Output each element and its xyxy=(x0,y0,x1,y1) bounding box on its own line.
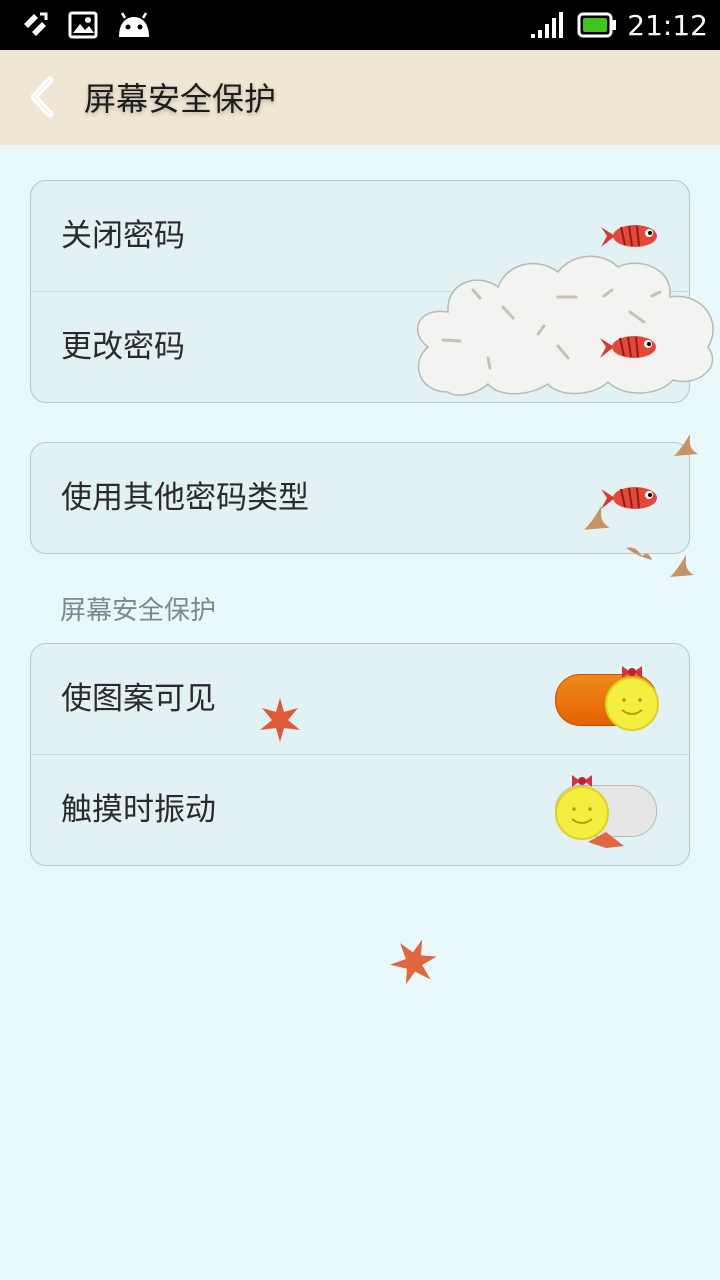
close-password-label: 关闭密码 xyxy=(61,218,185,254)
bird-decoration xyxy=(674,434,698,456)
bird-decoration xyxy=(584,506,610,530)
status-bar-left-icons xyxy=(20,8,152,42)
status-bar-right: 21:12 xyxy=(531,0,708,50)
section-header: 屏幕安全保护 xyxy=(60,596,217,626)
maple-leaf-decoration xyxy=(588,832,624,848)
pattern-visible-toggle[interactable] xyxy=(555,666,659,731)
vibrate-on-touch-label: 触摸时振动 xyxy=(61,792,216,828)
other-password-type-label: 使用其他密码类型 xyxy=(61,480,309,516)
fish-arrow-icon xyxy=(601,225,657,247)
usb-debug-icon xyxy=(24,12,48,36)
bird-decoration xyxy=(626,547,652,560)
bird-decoration xyxy=(670,555,694,577)
fish-arrow-icon xyxy=(600,336,656,358)
maple-leaf-decoration xyxy=(260,698,300,742)
status-bar: 21:12 xyxy=(0,0,720,50)
cloud-decoration xyxy=(417,255,714,396)
change-password-label: 更改密码 xyxy=(61,329,185,365)
smiley-knob-icon xyxy=(605,666,659,731)
android-icon xyxy=(119,12,149,37)
pattern-visible-item[interactable]: 使图案可见 xyxy=(31,644,689,755)
password-type-card: 使用其他密码类型 xyxy=(30,442,690,554)
page-title: 屏幕安全保护 xyxy=(84,80,277,118)
pattern-visible-label: 使图案可见 xyxy=(61,681,216,717)
chevron-left-icon xyxy=(30,76,54,118)
status-time: 21:12 xyxy=(627,8,708,42)
battery-icon xyxy=(577,12,617,38)
maple-leaf-decoration xyxy=(390,939,437,985)
image-icon xyxy=(68,11,98,39)
back-button[interactable] xyxy=(22,72,66,122)
signal-icon xyxy=(531,12,564,38)
other-password-type-item[interactable]: 使用其他密码类型 xyxy=(31,443,689,553)
